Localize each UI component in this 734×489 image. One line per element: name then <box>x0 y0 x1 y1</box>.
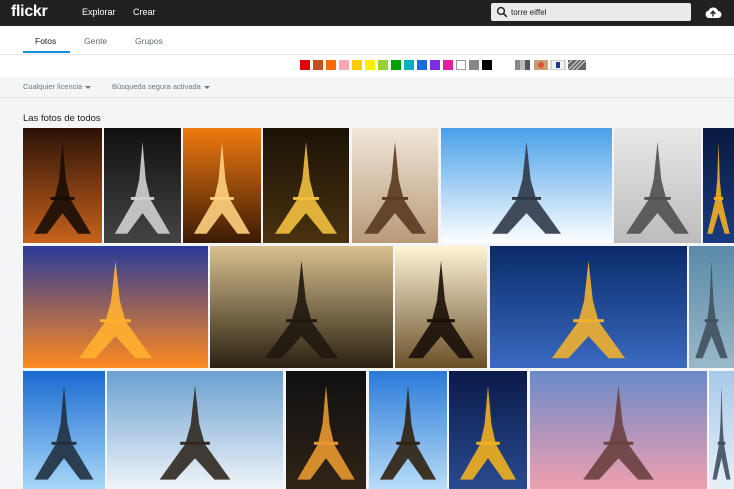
photo-thumbnail[interactable] <box>183 128 261 243</box>
search-tabs: Fotos Gente Grupos <box>0 26 734 55</box>
color-filter-swatch[interactable] <box>417 60 427 70</box>
photo-thumbnail[interactable] <box>107 371 283 489</box>
color-filter-swatch[interactable] <box>339 60 349 70</box>
color-filter-swatch[interactable] <box>391 60 401 70</box>
divider <box>0 97 734 98</box>
color-filter-swatch[interactable] <box>469 60 479 70</box>
photo-thumbnail[interactable] <box>395 246 487 368</box>
black-and-white-filter-icon <box>515 60 530 70</box>
tab-fotos[interactable]: Fotos <box>35 36 56 46</box>
photo-thumbnail[interactable] <box>530 371 707 489</box>
search-box[interactable] <box>491 3 691 21</box>
photo-thumbnail[interactable] <box>449 371 527 489</box>
photo-thumbnail[interactable] <box>23 371 105 489</box>
color-filter-swatch[interactable] <box>352 60 362 70</box>
color-filter-swatch[interactable] <box>404 60 414 70</box>
photo-thumbnail[interactable] <box>689 246 734 368</box>
search-icon <box>496 6 508 18</box>
safe-search-label: Búsqueda segura activada <box>112 82 201 91</box>
active-tab-indicator <box>23 51 70 53</box>
nav-crear[interactable]: Crear <box>133 7 156 17</box>
photo-thumbnail[interactable] <box>703 128 734 243</box>
license-filter-dropdown[interactable]: Cualquier licencia <box>23 82 92 91</box>
section-title: Las fotos de todos <box>23 113 101 124</box>
photo-thumbnail[interactable] <box>352 128 438 243</box>
photo-thumbnail[interactable] <box>709 371 734 489</box>
nav-explorar[interactable]: Explorar <box>82 7 116 17</box>
patterns-filter-icon <box>567 60 587 70</box>
color-filter-swatch[interactable] <box>300 60 310 70</box>
safe-search-dropdown[interactable]: Búsqueda segura activada <box>112 82 210 91</box>
photo-thumbnail[interactable] <box>286 371 366 489</box>
search-input[interactable] <box>511 5 681 19</box>
photo-thumbnail[interactable] <box>210 246 393 368</box>
tab-gente[interactable]: Gente <box>84 36 107 46</box>
color-filter-swatch[interactable] <box>456 60 466 70</box>
photo-thumbnail[interactable] <box>369 371 447 489</box>
color-filter-swatch[interactable] <box>326 60 336 70</box>
upload-cloud-icon[interactable] <box>704 5 722 21</box>
license-filter-label: Cualquier licencia <box>23 82 83 91</box>
style-filter-icons[interactable] <box>515 60 591 70</box>
color-filter-swatch[interactable] <box>482 60 492 70</box>
minimalist-filter-icon <box>550 60 566 70</box>
color-filter-swatch[interactable] <box>313 60 323 70</box>
photo-thumbnail[interactable] <box>23 128 102 243</box>
photo-thumbnail[interactable] <box>490 246 687 368</box>
depth-of-field-filter-icon <box>534 60 548 70</box>
photo-thumbnail[interactable] <box>104 128 181 243</box>
photo-thumbnail[interactable] <box>23 246 208 368</box>
top-navigation-bar: flickr Explorar Crear <box>0 0 734 26</box>
color-filter-bar <box>0 55 734 77</box>
color-filter-swatch[interactable] <box>443 60 453 70</box>
flickr-logo[interactable]: flickr <box>11 3 48 21</box>
color-filter-swatch[interactable] <box>378 60 388 70</box>
photo-thumbnail[interactable] <box>441 128 612 243</box>
chevron-down-icon <box>85 85 92 89</box>
photo-thumbnail[interactable] <box>614 128 701 243</box>
chevron-down-icon <box>203 85 210 89</box>
color-filter-swatch[interactable] <box>430 60 440 70</box>
tab-grupos[interactable]: Grupos <box>135 36 163 46</box>
color-filter-swatch[interactable] <box>365 60 375 70</box>
photo-thumbnail[interactable] <box>263 128 349 243</box>
